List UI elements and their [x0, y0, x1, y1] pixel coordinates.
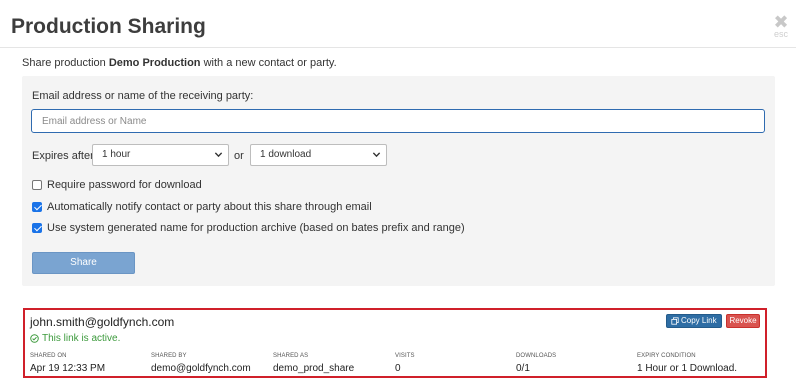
expires-downloads-select[interactable]: 1 download: [250, 144, 387, 166]
email-label: Email address or name of the receiving p…: [32, 90, 254, 102]
visits-column: VISITS 0: [395, 353, 415, 374]
system-name-option[interactable]: Use system generated name for production…: [32, 221, 465, 234]
modal-title: Production Sharing: [11, 15, 206, 38]
share-form-panel: Email address or name of the receiving p…: [22, 76, 775, 286]
production-name: Demo Production: [108, 57, 201, 69]
require-password-checkbox[interactable]: [32, 179, 42, 190]
expires-time-value: 1 hour: [102, 149, 131, 160]
link-status: This link is active.: [30, 333, 120, 344]
intro-prefix: Share production: [22, 57, 106, 69]
downloads-column: DOWNLOADS 0/1: [516, 353, 556, 374]
notify-contact-label[interactable]: Automatically notify contact or party ab…: [47, 201, 372, 213]
copy-link-button[interactable]: Copy Link: [666, 314, 722, 328]
shared-as-value: demo_prod_share: [273, 363, 355, 374]
require-password-label[interactable]: Require password for download: [47, 179, 202, 191]
chevron-down-icon: [372, 152, 381, 158]
expiry-condition-value: 1 Hour or 1 Download.: [637, 363, 738, 374]
system-name-label[interactable]: Use system generated name for production…: [47, 222, 465, 234]
shared-on-value: Apr 19 12:33 PM: [30, 363, 106, 374]
copy-link-label: Copy Link: [681, 316, 717, 325]
shared-by-column: SHARED BY demo@goldfynch.com: [151, 353, 251, 374]
expires-label: Expires after: [32, 150, 94, 162]
share-button[interactable]: Share: [32, 252, 135, 274]
intro-suffix: with a new contact or party.: [203, 57, 337, 69]
system-name-checkbox[interactable]: [32, 222, 42, 233]
shared-on-header: SHARED ON: [30, 353, 67, 359]
shared-by-header: SHARED BY: [151, 353, 187, 359]
expiry-condition-header: EXPIRY CONDITION: [637, 353, 696, 359]
shared-as-header: SHARED AS: [273, 353, 309, 359]
share-recipient-email: john.smith@goldfynch.com: [30, 315, 175, 329]
close-icon[interactable]: ✖: [769, 13, 793, 31]
share-record-card: john.smith@goldfynch.com This link is ac…: [23, 308, 767, 378]
check-circle-icon: [30, 334, 39, 343]
expires-time-select[interactable]: 1 hour: [92, 144, 229, 166]
visits-header: VISITS: [395, 353, 415, 359]
chevron-down-icon: [214, 152, 223, 158]
shared-as-column: SHARED AS demo_prod_share: [273, 353, 354, 374]
shared-by-value: demo@goldfynch.com: [151, 363, 251, 374]
header-divider: [0, 47, 796, 48]
downloads-value: 0/1: [516, 363, 530, 374]
require-password-option[interactable]: Require password for download: [32, 178, 202, 191]
notify-contact-option[interactable]: Automatically notify contact or party ab…: [32, 200, 372, 213]
shared-on-column: SHARED ON Apr 19 12:33 PM: [30, 353, 105, 374]
notify-contact-checkbox[interactable]: [32, 201, 42, 212]
expires-downloads-value: 1 download: [260, 149, 312, 160]
visits-value: 0: [395, 363, 401, 374]
or-label: or: [234, 150, 244, 162]
email-input[interactable]: [31, 109, 765, 133]
link-status-text: This link is active.: [42, 333, 121, 344]
intro-text: Share production Demo Production with a …: [22, 57, 337, 69]
downloads-header: DOWNLOADS: [516, 353, 557, 359]
expiry-condition-column: EXPIRY CONDITION 1 Hour or 1 Download.: [637, 353, 737, 374]
close-button[interactable]: ✖ esc: [769, 13, 793, 39]
copy-icon: [671, 317, 679, 325]
revoke-button[interactable]: Revoke: [726, 314, 760, 328]
